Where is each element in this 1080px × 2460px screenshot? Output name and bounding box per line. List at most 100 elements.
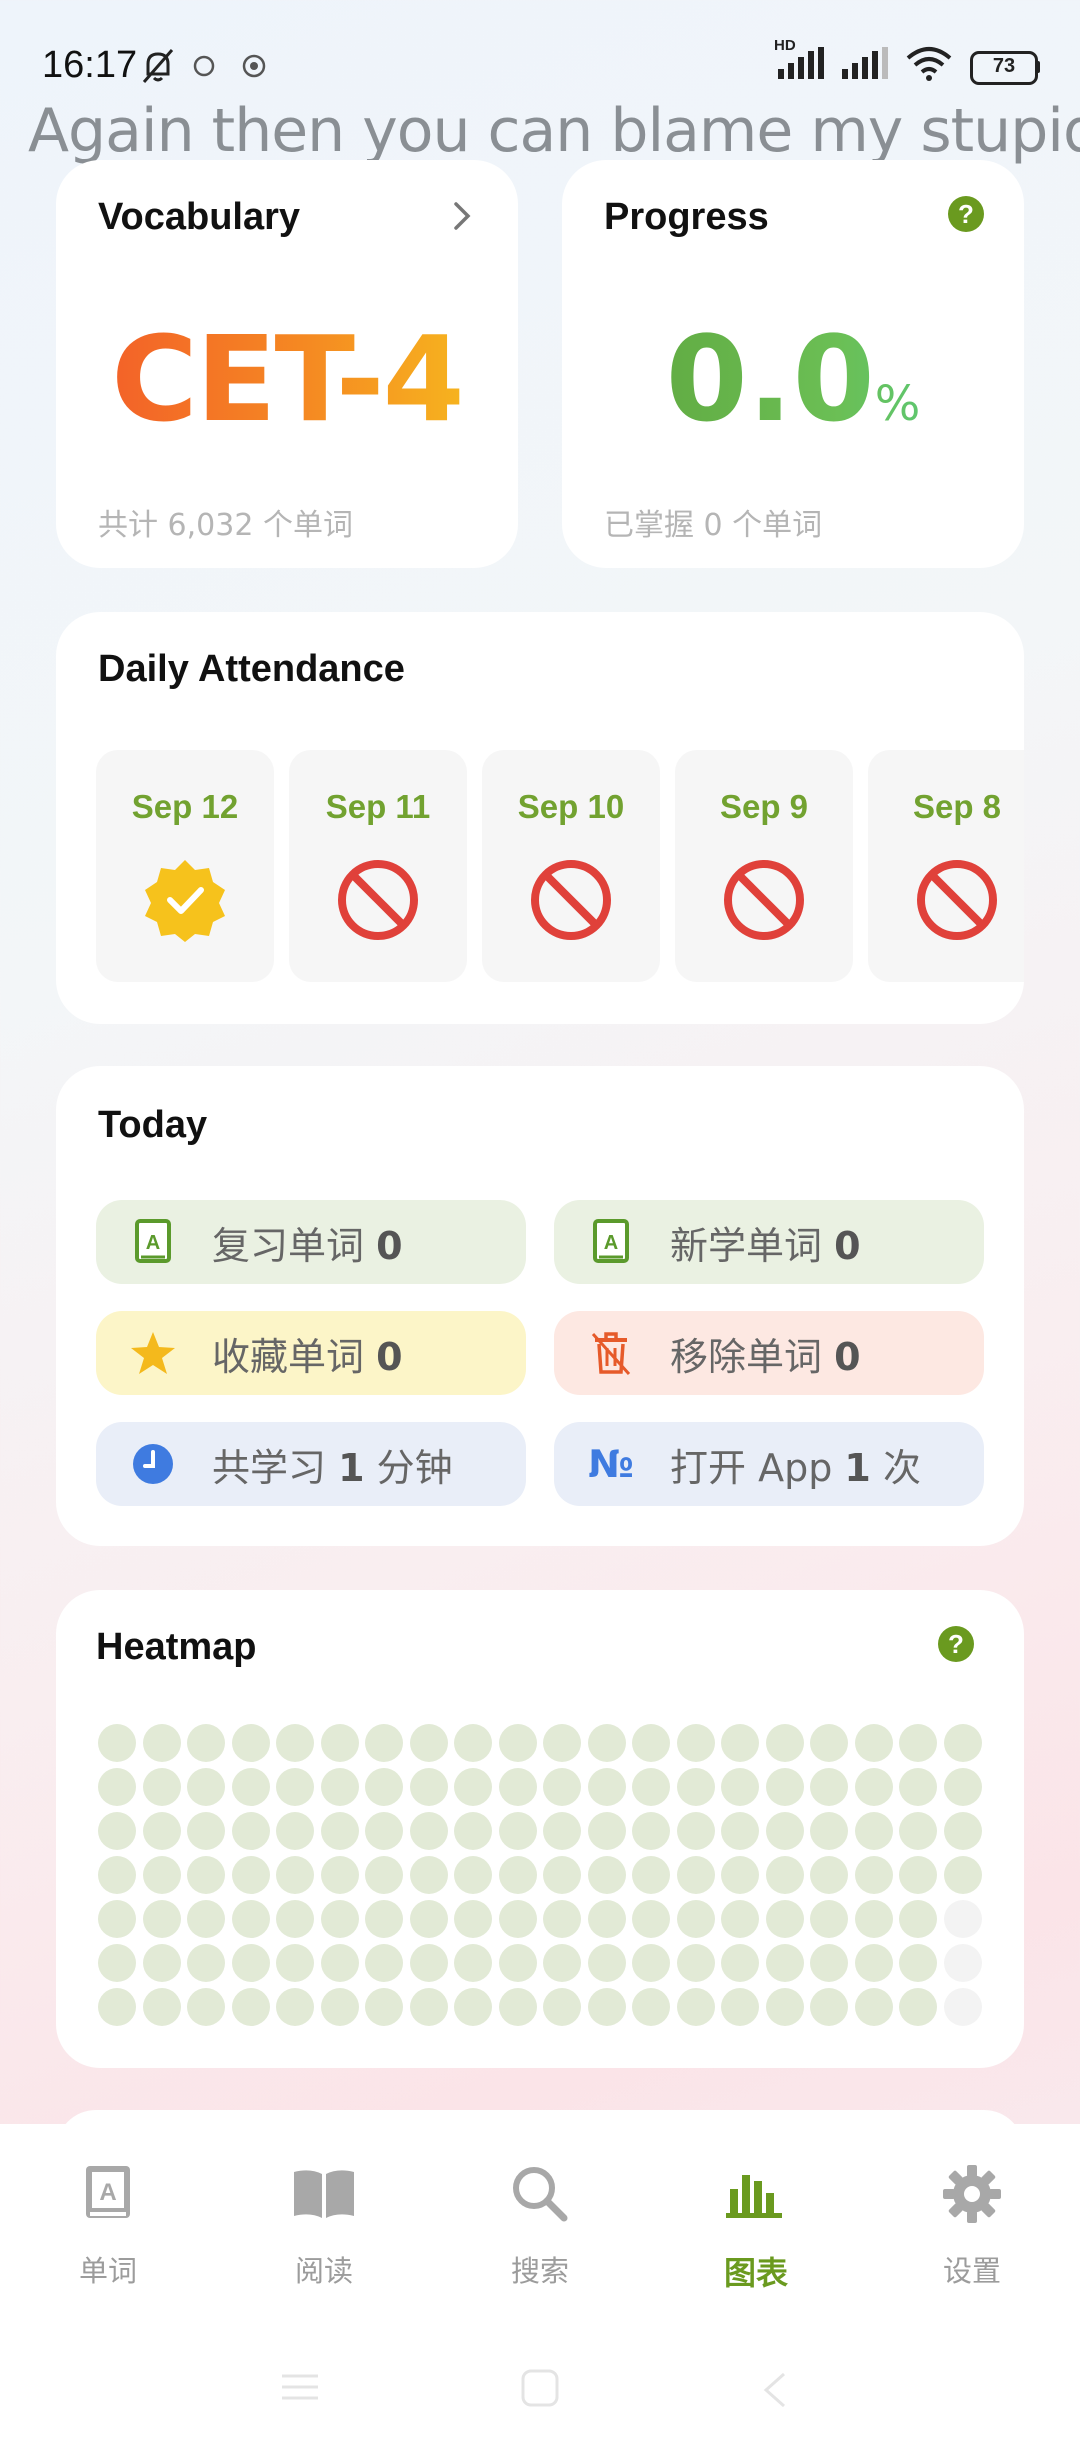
heatmap-cell [498, 1724, 537, 1762]
missed-icon [915, 858, 999, 947]
heatmap-cell [142, 1724, 181, 1762]
attendance-day: Sep 12 [96, 750, 274, 982]
heatmap-cell [943, 1988, 982, 2026]
app-opens-stat: № 打开 App 1 次 [554, 1422, 984, 1506]
heatmap-cell [409, 1812, 448, 1850]
book-icon: A [38, 2158, 178, 2230]
heatmap-cell [721, 1944, 759, 1982]
heatmap-cell [142, 1812, 181, 1850]
nav-item-charts[interactable]: 图表 [686, 2158, 826, 2294]
heatmap-cell [365, 1768, 403, 1806]
heatmap-cell [98, 1856, 136, 1894]
heatmap-cell [454, 1812, 492, 1850]
vocabulary-card[interactable]: Vocabulary CET-4 共计 6,032 个单词 [56, 160, 518, 568]
heatmap-cell [98, 1724, 136, 1762]
heatmap-cell [676, 1944, 715, 1982]
missed-icon [529, 858, 613, 947]
heatmap-cell [632, 1768, 670, 1806]
chevron-right-icon[interactable] [450, 200, 474, 237]
heatmap-cell [231, 1900, 270, 1938]
heatmap-cell [276, 1988, 314, 2026]
notification-icon [192, 54, 216, 83]
today-card: Today A 复习单词 0 A 新学单词 0 收藏单词 0 移除单词 0 共学… [56, 1066, 1024, 1546]
heatmap-cell [721, 1768, 759, 1806]
heatmap-cell [454, 1856, 492, 1894]
heatmap-cell [409, 1988, 448, 2026]
heatmap-cell [899, 1900, 937, 1938]
gear-icon [902, 2158, 1042, 2230]
heatmap-cell [899, 1812, 937, 1850]
heatmap-cell [365, 1988, 403, 2026]
heatmap-cell [632, 1988, 670, 2026]
heatmap-cell [765, 1768, 804, 1806]
attendance-title: Daily Attendance [98, 648, 405, 690]
heatmap-cell [543, 1900, 581, 1938]
nav-item-words[interactable]: A 单词 [38, 2158, 178, 2290]
heatmap-cell [142, 1856, 181, 1894]
heatmap-cell [454, 1900, 492, 1938]
heatmap-cell [454, 1988, 492, 2026]
heatmap-cell [276, 1856, 314, 1894]
heatmap-cell [276, 1944, 314, 1982]
nav-item-reading[interactable]: 阅读 [254, 2158, 394, 2290]
heatmap-cell [498, 1900, 537, 1938]
heatmap-cell [409, 1944, 448, 1982]
heatmap-cell [854, 1724, 893, 1762]
heatmap-cell [320, 1856, 359, 1894]
heatmap-cell [498, 1768, 537, 1806]
status-icons: HD 73 [774, 37, 1040, 87]
heatmap-cell [899, 1944, 937, 1982]
review-words-stat: A 复习单词 0 [96, 1200, 526, 1284]
heatmap-cell [409, 1768, 448, 1806]
heatmap-cell [98, 1812, 136, 1850]
heatmap-title: Heatmap [96, 1626, 257, 1668]
attendance-day: Sep 9 [675, 750, 853, 982]
svg-text:A: A [146, 1232, 160, 1254]
attendance-date: Sep 12 [131, 788, 239, 825]
heatmap-cell [899, 1724, 937, 1762]
number-sign-icon: № [588, 1442, 634, 1486]
battery-icon: 73 [970, 50, 1040, 85]
help-icon[interactable]: ? [938, 1626, 974, 1662]
svg-text:A: A [604, 1232, 618, 1254]
heatmap-cell [943, 1812, 982, 1850]
heatmap-cell [187, 1724, 225, 1762]
heatmap-cell [543, 1768, 581, 1806]
heatmap-cell [676, 1812, 715, 1850]
heatmap-cell [587, 1724, 626, 1762]
heatmap-cell [320, 1768, 359, 1806]
heatmap-cell [721, 1812, 759, 1850]
heatmap-cell [943, 1944, 982, 1982]
heatmap-cell [899, 1768, 937, 1806]
progress-value: 0.0% [562, 310, 1024, 448]
home-icon[interactable] [520, 2368, 560, 2413]
mastered-word-count: 已掌握 0 个单词 [604, 508, 823, 543]
heatmap-cell [498, 1812, 537, 1850]
heatmap-cell [676, 1768, 715, 1806]
heatmap-cell [454, 1768, 492, 1806]
heatmap-cell [187, 1812, 225, 1850]
heatmap-cell [943, 1768, 982, 1806]
heatmap-cell [498, 1988, 537, 2026]
missed-icon [722, 858, 806, 947]
checked-badge-icon [143, 858, 227, 947]
heatmap-cell [854, 1944, 893, 1982]
heatmap-cell [543, 1856, 581, 1894]
attendance-day: Sep 8 [868, 750, 1024, 982]
heatmap-cell [187, 1900, 225, 1938]
heatmap-cell [231, 1768, 270, 1806]
nav-item-search[interactable]: 搜索 [470, 2158, 610, 2290]
search-icon [470, 2158, 610, 2230]
heatmap-cell [943, 1856, 982, 1894]
word-book-icon: A [586, 1217, 636, 1267]
nav-item-settings[interactable]: 设置 [902, 2158, 1042, 2290]
heatmap-cell [676, 1900, 715, 1938]
heatmap-cell [854, 1856, 893, 1894]
back-icon[interactable] [760, 2370, 790, 2415]
help-icon[interactable]: ? [948, 196, 984, 232]
heatmap-cell [365, 1812, 403, 1850]
menu-icon[interactable] [280, 2372, 320, 2407]
heatmap-cell [587, 1812, 626, 1850]
heatmap-cell [721, 1900, 759, 1938]
heatmap-cell [409, 1724, 448, 1762]
